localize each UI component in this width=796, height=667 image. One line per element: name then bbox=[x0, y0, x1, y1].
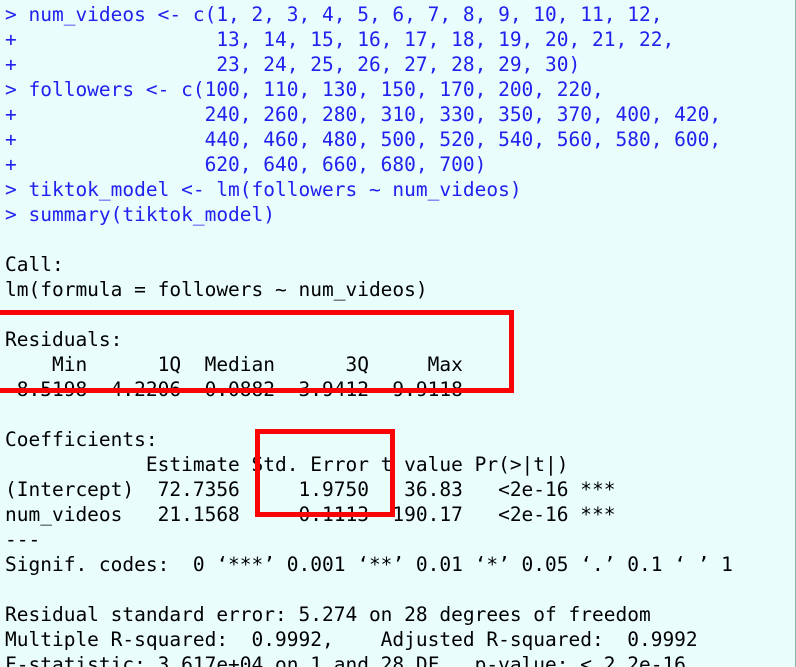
console-line: + 620, 640, 660, 680, 700) bbox=[5, 153, 487, 176]
console-line: (Intercept) 72.7356 1.9750 36.83 <2e-16 … bbox=[5, 478, 616, 501]
console-line: Call: bbox=[5, 253, 64, 276]
console-line: Signif. codes: 0 ‘***’ 0.001 ‘**’ 0.01 ‘… bbox=[5, 553, 733, 576]
console-line: lm(formula = followers ~ num_videos) bbox=[5, 278, 428, 301]
console-line: + 13, 14, 15, 16, 17, 18, 19, 20, 21, 22… bbox=[5, 28, 675, 51]
console-line: + 440, 460, 480, 500, 520, 540, 560, 580… bbox=[5, 128, 722, 151]
console-line: Residuals: bbox=[5, 328, 123, 351]
console-output-lines: > num_videos <- c(1, 2, 3, 4, 5, 6, 7, 8… bbox=[5, 2, 795, 667]
console-line: > num_videos <- c(1, 2, 3, 4, 5, 6, 7, 8… bbox=[5, 3, 663, 26]
r-console[interactable]: > num_videos <- c(1, 2, 3, 4, 5, 6, 7, 8… bbox=[0, 0, 796, 667]
console-line: -8.5198 -4.2206 -0.0882 3.9412 9.9118 bbox=[5, 378, 463, 401]
console-line: Min 1Q Median 3Q Max bbox=[5, 353, 463, 376]
console-line: Multiple R-squared: 0.9992, Adjusted R-s… bbox=[5, 628, 698, 651]
console-line: num_videos 21.1568 0.1113 190.17 <2e-16 … bbox=[5, 503, 616, 526]
console-line: > summary(tiktok_model) bbox=[5, 203, 276, 226]
console-line: F-statistic: 3.617e+04 on 1 and 28 DF, p… bbox=[5, 653, 686, 667]
console-line: Residual standard error: 5.274 on 28 deg… bbox=[5, 603, 651, 626]
console-line: + 23, 24, 25, 26, 27, 28, 29, 30) bbox=[5, 53, 581, 76]
console-line: Estimate Std. Error t value Pr(>|t|) bbox=[5, 453, 569, 476]
console-line: > tiktok_model <- lm(followers ~ num_vid… bbox=[5, 178, 522, 201]
console-line: > followers <- c(100, 110, 130, 150, 170… bbox=[5, 78, 604, 101]
console-line: --- bbox=[5, 528, 41, 551]
console-line: Coefficients: bbox=[5, 428, 158, 451]
console-line: + 240, 260, 280, 310, 330, 350, 370, 400… bbox=[5, 103, 722, 126]
